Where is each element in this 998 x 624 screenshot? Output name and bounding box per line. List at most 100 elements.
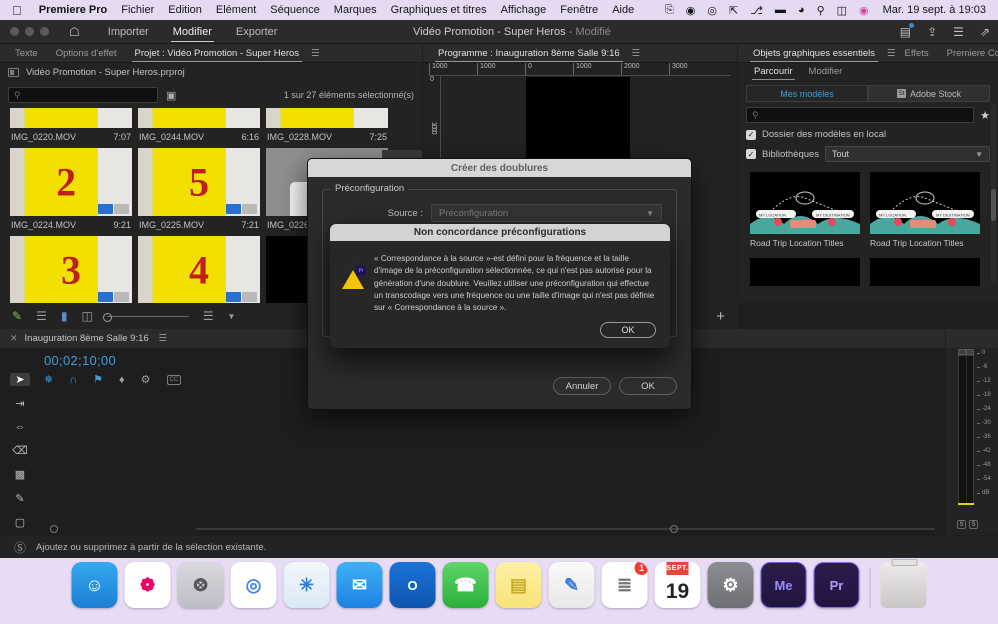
pen-tool[interactable]: ✎ — [10, 492, 30, 505]
timeline-timecode[interactable]: 00;02;10;00 — [44, 353, 116, 368]
apple-icon[interactable]:  — [12, 4, 22, 17]
menu-premiere-pro[interactable]: Premiere Pro — [32, 4, 114, 16]
subtab-modifier[interactable]: Modifier — [801, 63, 851, 81]
scrollbar-left-knob[interactable] — [50, 525, 58, 533]
captions-icon[interactable]: CC — [166, 374, 182, 385]
scrollbar-right-knob[interactable] — [670, 525, 678, 533]
chrome-icon[interactable]: ◎ — [230, 562, 277, 608]
workspace-icon[interactable]: ☰ — [953, 25, 964, 39]
clip-thumbnail[interactable]: 7 — [266, 108, 388, 128]
cancel-button[interactable]: Annuler — [553, 377, 611, 395]
finder-icon[interactable]: ☺ — [71, 562, 118, 608]
hamburger-icon[interactable]: ☰ — [159, 333, 168, 344]
menu-edition[interactable]: Edition — [161, 4, 209, 16]
launchpad-icon[interactable]: ⨷ — [177, 562, 224, 608]
share-icon[interactable]: ⇪ — [927, 25, 937, 39]
bin-item[interactable]: 6 IMG_0244.MOV 6:16 — [138, 108, 260, 142]
menu-graphiques-et-titres[interactable]: Graphiques et titres — [384, 4, 494, 16]
segment-adobe-stock[interactable]: St Adobe Stock — [868, 85, 990, 102]
calendar-icon[interactable]: SEPT. 19 — [654, 562, 701, 608]
selection-tool[interactable]: ➤ — [10, 373, 30, 386]
libraries-dropdown[interactable]: Tout ▼ — [825, 146, 990, 162]
home-icon[interactable]: ☖ — [69, 25, 80, 39]
tab-effets[interactable]: Effets — [896, 44, 938, 63]
star-icon[interactable]: ★ — [980, 109, 990, 122]
menu-marques[interactable]: Marques — [327, 4, 384, 16]
clip-thumbnail[interactable]: 6 — [138, 108, 260, 128]
workspace-tab-exporter[interactable]: Exporter — [224, 26, 290, 38]
slip-tool[interactable]: ▩ — [10, 468, 30, 481]
project-search-input[interactable]: ⚲ — [8, 87, 158, 103]
battery-icon[interactable]: ▬ — [769, 4, 792, 16]
solo-button-right[interactable]: S — [969, 520, 978, 529]
bin-item[interactable]: 4 IMG_0223.MOV 11:21 — [138, 236, 260, 303]
tab-premiere-compo[interactable]: Premiere Compo — [938, 44, 998, 63]
fullscreen-icon[interactable]: ⇗ — [980, 25, 990, 39]
list-view-icon[interactable]: ☰ — [36, 309, 47, 323]
new-item-icon[interactable]: + — [716, 308, 725, 325]
settings-wrench-icon[interactable]: ⚙ — [141, 373, 151, 386]
search-icon[interactable]: ⚲ — [811, 4, 831, 17]
mail-icon[interactable]: ✉ — [336, 562, 383, 608]
scrollbar-track[interactable] — [196, 528, 935, 530]
templates-search-input[interactable]: ⚲ — [746, 107, 975, 123]
template-item[interactable]: MY LOCATION MY DESTINATION Road Trip Loc… — [870, 172, 980, 248]
panel-menu-icon[interactable]: ☰ — [632, 48, 641, 59]
rectangle-tool[interactable]: ▢ — [10, 516, 30, 529]
workspace-tab-importer[interactable]: Importer — [96, 26, 161, 38]
template-thumbnail[interactable] — [870, 258, 980, 286]
bin-item[interactable]: 2 IMG_0224.MOV 9:21 — [10, 148, 132, 230]
clip-thumbnail[interactable]: 1 — [10, 108, 132, 128]
photos-icon[interactable]: ❁ — [124, 562, 171, 608]
timeline-horizontal-scrollbar[interactable] — [50, 525, 935, 533]
bin-item[interactable]: 7 IMG_0228.MOV 7:25 — [266, 108, 388, 142]
panel-menu-icon[interactable]: ☰ — [311, 48, 320, 59]
close-icon[interactable]: ✕ — [10, 333, 18, 344]
menu-element[interactable]: Elément — [209, 4, 263, 16]
bin-item[interactable]: 3 IMG_0227.MOV 11:06 — [10, 236, 132, 303]
source-dropdown[interactable]: Préconfiguration ▼ — [431, 204, 662, 222]
pen-icon[interactable]: ✎ — [12, 309, 22, 323]
template-item[interactable] — [870, 258, 980, 286]
solo-button-left[interactable]: S — [957, 520, 966, 529]
checkbox-local-templates[interactable]: ✓ — [746, 129, 756, 140]
record-icon[interactable]: ◎ — [701, 4, 723, 17]
notifications-icon[interactable]: ▤ — [900, 22, 915, 39]
tab-projet[interactable]: Projet : Vidéo Promotion - Super Heros — [126, 44, 309, 63]
clip-thumbnail[interactable]: 3 — [10, 236, 132, 303]
ok-button[interactable]: OK — [619, 377, 677, 395]
clip-thumbnail[interactable]: 4 — [138, 236, 260, 303]
audio-meter-bars[interactable] — [958, 355, 974, 505]
menu-aide[interactable]: Aide — [605, 4, 641, 16]
stocks-icon[interactable]: ⎘ — [659, 4, 680, 17]
control-center-icon[interactable]: ◉ — [853, 4, 875, 17]
safari-icon[interactable]: ✳ — [283, 562, 330, 608]
segment-mes-modeles[interactable]: Mes modèles — [746, 85, 868, 102]
icon-view-icon[interactable]: ▮ — [61, 309, 68, 323]
panel-menu-icon[interactable]: ☰ — [887, 48, 896, 59]
alert-ok-button[interactable]: OK — [600, 322, 656, 338]
marker-icon[interactable]: ♦ — [119, 374, 125, 386]
whatsapp-icon[interactable]: ☎ — [442, 562, 489, 608]
timeline-sequence-name[interactable]: Inauguration 8ème Salle 9:16 — [25, 333, 149, 344]
clip-thumbnail[interactable]: 5 — [138, 148, 260, 216]
menu-fichier[interactable]: Fichier — [114, 4, 161, 16]
workspace-tab-modifier[interactable]: Modifier — [161, 26, 224, 42]
template-item[interactable]: MY LOCATION MY DESTINATION Road Trip Loc… — [750, 172, 860, 248]
bin-item[interactable]: 1 IMG_0220.MOV 7:07 — [10, 108, 132, 142]
system-settings-icon[interactable]: ⚙ — [707, 562, 754, 608]
local-templates-row[interactable]: ✓ Dossier des modèles en local — [746, 129, 990, 140]
outlook-icon[interactable]: O — [389, 562, 436, 608]
filter-bin-icon[interactable]: ▣ — [166, 89, 176, 102]
menu-sequence[interactable]: Séquence — [263, 4, 327, 16]
template-thumbnail[interactable] — [750, 258, 860, 286]
template-item[interactable] — [750, 258, 860, 286]
templates-grid[interactable]: MY LOCATION MY DESTINATION Road Trip Loc… — [738, 162, 998, 286]
template-thumbnail[interactable]: MY LOCATION MY DESTINATION — [750, 172, 860, 234]
template-thumbnail[interactable]: MY LOCATION MY DESTINATION — [870, 172, 980, 234]
preset-mismatch-alert[interactable]: Non concordance préconfigurations ! Pr « … — [330, 224, 670, 348]
menubar-clock[interactable]: Mar. 19 sept. à 19:03 — [875, 4, 992, 16]
track-select-tool[interactable]: ⇥ — [10, 397, 30, 410]
screen-share-icon[interactable]: ◉ — [680, 4, 702, 17]
snap-in-timeline-icon[interactable]: ✵ — [44, 373, 53, 386]
